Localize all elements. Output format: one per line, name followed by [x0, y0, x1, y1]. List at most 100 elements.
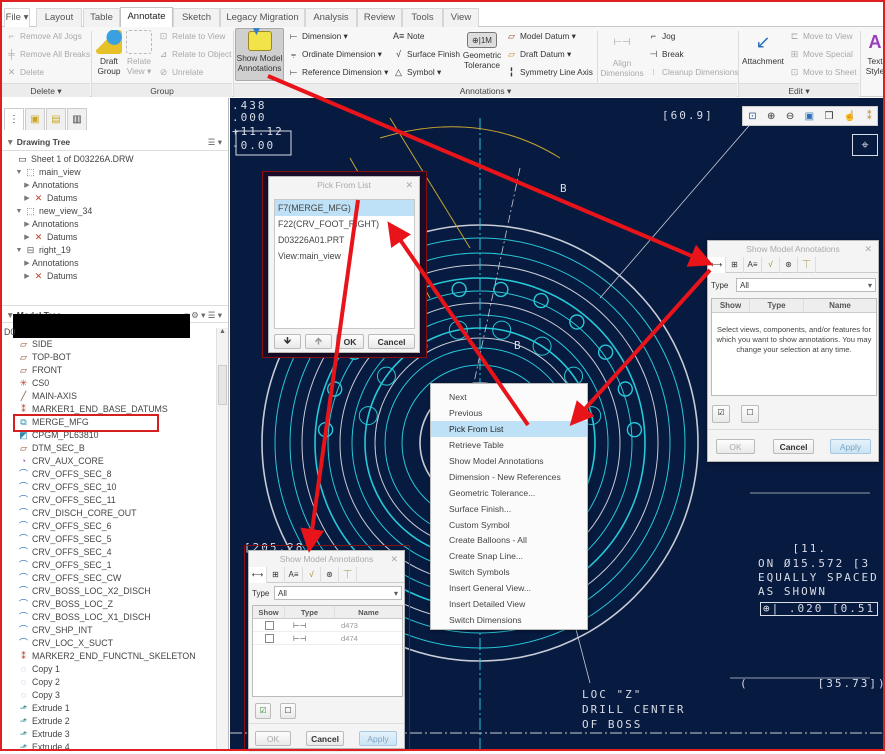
model-tree-item[interactable]: ⌒ CRV_OFFS_SEC_11	[0, 494, 214, 507]
context-menu-item[interactable]: Retrieve Table	[431, 437, 587, 453]
drawing-tree-item[interactable]: ▭ Sheet 1 of D03226A.DRW	[0, 153, 214, 166]
gtol-tab-icon[interactable]: ⊞	[726, 257, 744, 273]
model-tree-item[interactable]: ⌒ CRV_BOSS_LOC_Z	[0, 598, 214, 611]
model-tree-item[interactable]: ⌒ CRV_LOC_X_SUCT	[0, 637, 214, 650]
dimension-button[interactable]: ⟝ Dimension ▾	[288, 31, 348, 41]
model-tree-item[interactable]: ◌ Copy 2	[0, 676, 214, 689]
expand-toggle-icon[interactable]: ▶	[22, 257, 32, 270]
context-menu-item[interactable]: Switch Symbols	[431, 564, 587, 580]
expand-toggle-icon[interactable]: ▼	[14, 166, 24, 179]
datum-tab-icon[interactable]: ⏉	[339, 567, 357, 583]
drawing-tree-item[interactable]: ▼ ⬚ new_view_34	[0, 205, 214, 218]
context-menu-item[interactable]: Insert General View...	[431, 580, 587, 596]
show-checkbox[interactable]	[264, 633, 274, 643]
datum-display-icon[interactable]: ⁑	[867, 111, 872, 122]
drawing-tree-item[interactable]: ▼ ⬚ main_view	[0, 166, 214, 179]
drawing-tree-item[interactable]: ▶ ✕ Datums	[0, 192, 214, 205]
model-tree-item[interactable]: ⁑ MARKER2_END_FUNCTNL_SKELETON	[0, 650, 214, 663]
repaint-icon[interactable]: ▣	[805, 111, 814, 122]
gtol-tab-icon[interactable]: ⊞	[267, 567, 285, 583]
model-tree-item[interactable]: ◔ CRV_AUX_CORE	[0, 455, 214, 468]
expand-toggle-icon[interactable]: ▶	[22, 192, 32, 205]
geometric-tolerance-button[interactable]: ⊕|1M Geometric Tolerance	[461, 32, 503, 70]
cancel-button[interactable]: Cancel	[368, 334, 415, 349]
tab-folder-browser-icon[interactable]: ▣	[25, 108, 45, 130]
remove-all-jogs-button[interactable]: ⌐ Remove All Jogs	[6, 31, 82, 41]
expand-toggle-icon[interactable]: ▶	[22, 218, 32, 231]
attachment-button[interactable]: ↙ Attachment	[741, 30, 785, 66]
pick-list-item[interactable]: D03226A01.PRT	[275, 232, 414, 248]
model-tree-item[interactable]: ⌒ CRV_DISCH_CORE_OUT	[0, 507, 214, 520]
move-to-view-button[interactable]: ⊏ Move to View	[789, 31, 853, 41]
tab-layers-icon[interactable]: ▥	[67, 108, 87, 130]
model-tree-item[interactable]: ▱ FRONT	[0, 364, 214, 377]
pick-list-item[interactable]: View:main_view	[275, 248, 414, 264]
ordinate-dimension-button[interactable]: ⩦ Ordinate Dimension ▾	[288, 49, 382, 59]
surface-finish-button[interactable]: √ Surface Finish	[393, 49, 460, 59]
move-down-button[interactable]: 🡻	[274, 334, 301, 349]
model-tree-item[interactable]: ⌒ CRV_OFFS_SEC_1	[0, 559, 214, 572]
model-datum-button[interactable]: ▱ Model Datum ▾	[506, 31, 576, 41]
expand-toggle-icon[interactable]: ▶	[22, 179, 32, 192]
surface-finish-tab-icon[interactable]: √	[303, 567, 321, 583]
break-button[interactable]: ⊣ Break	[648, 49, 684, 59]
tab-view[interactable]: View	[443, 8, 479, 27]
tab-favorites-icon[interactable]: ▤	[46, 108, 66, 130]
type-select[interactable]: All ▾	[736, 278, 876, 292]
model-tree-item[interactable]: ⬏ Extrude 2	[0, 715, 214, 728]
apply-button[interactable]: Apply	[830, 439, 871, 454]
tab-table[interactable]: Table	[83, 8, 120, 27]
context-menu-item[interactable]: Geometric Tolerance...	[431, 485, 587, 501]
select-all-button[interactable]: ☑	[255, 703, 271, 719]
context-menu-item[interactable]: Custom Symbol	[431, 517, 587, 533]
close-icon[interactable]: ✕	[864, 241, 872, 257]
pick-list-item[interactable]: F7(MERGE_MFG)	[275, 200, 414, 216]
tab-file[interactable]: File ▾	[4, 8, 30, 27]
delete-button[interactable]: ✕ Delete	[6, 67, 44, 77]
unrelate-button[interactable]: ⊘ Unrelate	[158, 67, 204, 77]
ok-button[interactable]: OK	[336, 334, 364, 349]
show-model-annotations-button[interactable]: ▼ Show Model Annotations	[235, 25, 284, 81]
symbol-tab-icon[interactable]: ⊛	[780, 257, 798, 273]
expand-toggle-icon[interactable]: ▶	[22, 270, 32, 283]
symbol-button[interactable]: △ Symbol ▾	[393, 67, 441, 77]
model-tree-item[interactable]: ⌒ CRV_OFFS_SEC_10	[0, 481, 214, 494]
context-menu-item[interactable]: Switch Dimensions	[431, 612, 587, 628]
move-up-button[interactable]: 🡹	[305, 334, 332, 349]
model-tree-item[interactable]: ▱ DTM_SEC_B	[0, 442, 214, 455]
ok-button[interactable]: OK	[716, 439, 755, 454]
tab-annotate[interactable]: Annotate	[120, 7, 173, 27]
deselect-all-button[interactable]: ☐	[741, 405, 759, 423]
context-menu-item[interactable]: Dimension - New References	[431, 469, 587, 485]
datum-tab-icon[interactable]: ⏉	[798, 257, 816, 273]
expand-toggle-icon[interactable]: ▶	[22, 231, 32, 244]
model-tree-item[interactable]: ◌ Copy 3	[0, 689, 214, 702]
tab-layout[interactable]: Layout	[36, 8, 82, 27]
drawing-tree-item[interactable]: ▶ Annotations	[0, 179, 214, 192]
drawing-tree-item[interactable]: ▶ ✕ Datums	[0, 231, 214, 244]
expand-toggle-icon[interactable]: ▼	[14, 244, 24, 257]
model-tree-item[interactable]: ⌒ CRV_OFFS_SEC_8	[0, 468, 214, 481]
drawing-tree-item[interactable]: ▶ Annotations	[0, 218, 214, 231]
context-menu-item[interactable]: Previous	[431, 405, 587, 421]
cancel-button[interactable]: Cancel	[773, 439, 814, 454]
model-tree-scrollbar[interactable]: ▲	[216, 328, 228, 751]
move-special-button[interactable]: ⊞ Move Special	[789, 49, 853, 59]
close-icon[interactable]: ✕	[405, 177, 413, 193]
scroll-up-icon[interactable]: ▲	[217, 328, 228, 335]
context-menu-item[interactable]: Pick From List	[431, 420, 587, 437]
model-tree-item[interactable]: ◌ Copy 1	[0, 663, 214, 676]
note-button[interactable]: A≡ Note	[393, 31, 425, 41]
apply-button[interactable]: Apply	[359, 731, 397, 746]
model-tree-root[interactable]: D0	[4, 327, 15, 337]
text-style-button[interactable]: A Text Style	[862, 30, 885, 76]
tab-legacy-migration[interactable]: Legacy Migration	[220, 8, 305, 27]
display-style-icon[interactable]: ❒	[825, 111, 834, 122]
tab-sketch[interactable]: Sketch	[173, 8, 220, 27]
tab-tools[interactable]: Tools	[402, 8, 443, 27]
drawing-tree-item[interactable]: ▶ Annotations	[0, 257, 214, 270]
zoom-in-icon[interactable]: ⊕	[767, 111, 775, 122]
relate-view-button[interactable]: Relate View ▾	[124, 30, 154, 76]
zoom-out-icon[interactable]: ⊖	[786, 111, 794, 122]
dimension-tab-icon[interactable]: ⟷	[708, 257, 726, 273]
